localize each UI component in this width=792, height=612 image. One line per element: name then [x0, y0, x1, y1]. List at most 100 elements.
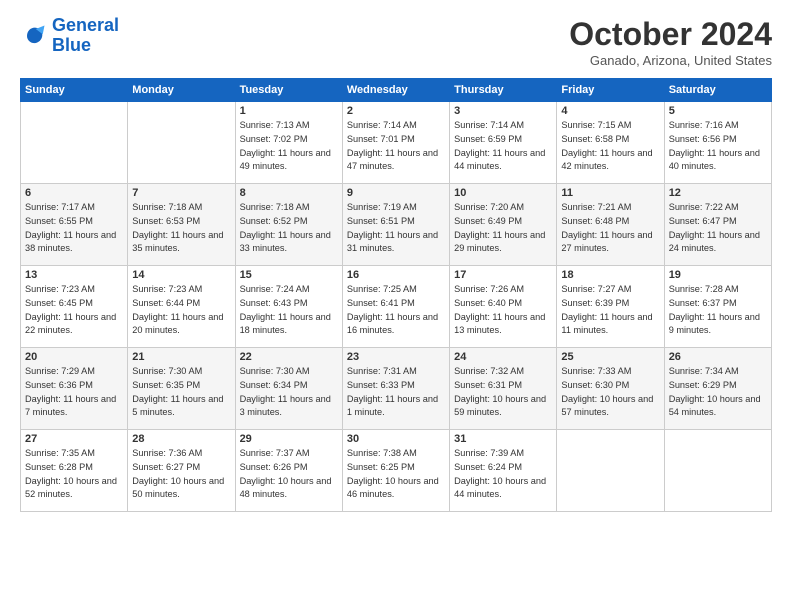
header-cell-saturday: Saturday: [664, 79, 771, 102]
day-number: 6: [25, 187, 123, 199]
day-info: Sunrise: 7:19 AM Sunset: 6:51 PM Dayligh…: [347, 201, 445, 256]
day-info: Sunrise: 7:33 AM Sunset: 6:30 PM Dayligh…: [561, 365, 659, 420]
calendar-cell: 5 Sunrise: 7:16 AM Sunset: 6:56 PM Daylig…: [664, 102, 771, 184]
logo-icon: [20, 22, 48, 50]
day-info: Sunrise: 7:14 AM Sunset: 6:59 PM Dayligh…: [454, 119, 552, 174]
day-number: 29: [240, 433, 338, 445]
day-info: Sunrise: 7:25 AM Sunset: 6:41 PM Dayligh…: [347, 283, 445, 338]
calendar-cell: 26 Sunrise: 7:34 AM Sunset: 6:29 PM Dayli…: [664, 348, 771, 430]
day-info: Sunrise: 7:23 AM Sunset: 6:44 PM Dayligh…: [132, 283, 230, 338]
calendar-cell: 15 Sunrise: 7:24 AM Sunset: 6:43 PM Dayli…: [235, 266, 342, 348]
calendar-cell: 18 Sunrise: 7:27 AM Sunset: 6:39 PM Dayli…: [557, 266, 664, 348]
day-info: Sunrise: 7:32 AM Sunset: 6:31 PM Dayligh…: [454, 365, 552, 420]
day-info: Sunrise: 7:21 AM Sunset: 6:48 PM Dayligh…: [561, 201, 659, 256]
day-info: Sunrise: 7:23 AM Sunset: 6:45 PM Dayligh…: [25, 283, 123, 338]
day-info: Sunrise: 7:37 AM Sunset: 6:26 PM Dayligh…: [240, 447, 338, 502]
week-row-3: 20 Sunrise: 7:29 AM Sunset: 6:36 PM Dayli…: [21, 348, 772, 430]
header-cell-sunday: Sunday: [21, 79, 128, 102]
day-info: Sunrise: 7:16 AM Sunset: 6:56 PM Dayligh…: [669, 119, 767, 174]
calendar-cell: 30Sunrise: 7:38 AM Sunset: 6:25 PM Dayli…: [342, 430, 449, 512]
header-cell-tuesday: Tuesday: [235, 79, 342, 102]
calendar-cell: [128, 102, 235, 184]
week-row-4: 27 Sunrise: 7:35 AM Sunset: 6:28 PM Dayli…: [21, 430, 772, 512]
calendar-header: SundayMondayTuesdayWednesdayThursdayFrid…: [21, 79, 772, 102]
day-info: Sunrise: 7:36 AM Sunset: 6:27 PM Dayligh…: [132, 447, 230, 502]
day-info: Sunrise: 7:27 AM Sunset: 6:39 PM Dayligh…: [561, 283, 659, 338]
day-info: Sunrise: 7:24 AM Sunset: 6:43 PM Dayligh…: [240, 283, 338, 338]
logo: General Blue: [20, 16, 119, 56]
month-title: October 2024: [569, 16, 772, 53]
day-info: Sunrise: 7:31 AM Sunset: 6:33 PM Dayligh…: [347, 365, 445, 420]
day-number: 22: [240, 351, 338, 363]
header-cell-wednesday: Wednesday: [342, 79, 449, 102]
day-info: Sunrise: 7:39 AM Sunset: 6:24 PM Dayligh…: [454, 447, 552, 502]
week-row-1: 6 Sunrise: 7:17 AM Sunset: 6:55 PM Daylig…: [21, 184, 772, 266]
calendar-cell: 20 Sunrise: 7:29 AM Sunset: 6:36 PM Dayli…: [21, 348, 128, 430]
calendar-cell: 4Sunrise: 7:15 AM Sunset: 6:58 PM Daylig…: [557, 102, 664, 184]
day-info: Sunrise: 7:13 AM Sunset: 7:02 PM Dayligh…: [240, 119, 338, 174]
logo-line1: General: [52, 15, 119, 35]
header-cell-thursday: Thursday: [450, 79, 557, 102]
calendar-cell: 1 Sunrise: 7:13 AM Sunset: 7:02 PM Daylig…: [235, 102, 342, 184]
day-info: Sunrise: 7:35 AM Sunset: 6:28 PM Dayligh…: [25, 447, 123, 502]
calendar-body: 1 Sunrise: 7:13 AM Sunset: 7:02 PM Daylig…: [21, 102, 772, 512]
day-number: 11: [561, 187, 659, 199]
calendar-cell: 14Sunrise: 7:23 AM Sunset: 6:44 PM Dayli…: [128, 266, 235, 348]
day-info: Sunrise: 7:30 AM Sunset: 6:34 PM Dayligh…: [240, 365, 338, 420]
day-info: Sunrise: 7:29 AM Sunset: 6:36 PM Dayligh…: [25, 365, 123, 420]
calendar-cell: 3 Sunrise: 7:14 AM Sunset: 6:59 PM Daylig…: [450, 102, 557, 184]
day-number: 18: [561, 269, 659, 281]
calendar-cell: 13 Sunrise: 7:23 AM Sunset: 6:45 PM Dayli…: [21, 266, 128, 348]
week-row-2: 13 Sunrise: 7:23 AM Sunset: 6:45 PM Dayli…: [21, 266, 772, 348]
calendar-cell: 22 Sunrise: 7:30 AM Sunset: 6:34 PM Dayli…: [235, 348, 342, 430]
day-number: 16: [347, 269, 445, 281]
calendar-cell: 10Sunrise: 7:20 AM Sunset: 6:49 PM Dayli…: [450, 184, 557, 266]
logo-line2: Blue: [52, 35, 91, 55]
day-info: Sunrise: 7:26 AM Sunset: 6:40 PM Dayligh…: [454, 283, 552, 338]
day-number: 9: [347, 187, 445, 199]
header: General Blue October 2024 Ganado, Arizon…: [20, 16, 772, 68]
calendar-cell: 27 Sunrise: 7:35 AM Sunset: 6:28 PM Dayli…: [21, 430, 128, 512]
day-info: Sunrise: 7:18 AM Sunset: 6:53 PM Dayligh…: [132, 201, 230, 256]
title-block: October 2024 Ganado, Arizona, United Sta…: [569, 16, 772, 68]
header-cell-monday: Monday: [128, 79, 235, 102]
day-info: Sunrise: 7:14 AM Sunset: 7:01 PM Dayligh…: [347, 119, 445, 174]
location-subtitle: Ganado, Arizona, United States: [569, 53, 772, 68]
calendar-cell: 28 Sunrise: 7:36 AM Sunset: 6:27 PM Dayli…: [128, 430, 235, 512]
day-number: 20: [25, 351, 123, 363]
day-number: 21: [132, 351, 230, 363]
calendar-cell: [21, 102, 128, 184]
logo-text: General Blue: [52, 16, 119, 56]
day-number: 28: [132, 433, 230, 445]
day-number: 15: [240, 269, 338, 281]
calendar-cell: [664, 430, 771, 512]
day-number: 13: [25, 269, 123, 281]
day-number: 1: [240, 105, 338, 117]
calendar-cell: 31Sunrise: 7:39 AM Sunset: 6:24 PM Dayli…: [450, 430, 557, 512]
calendar-cell: 23 Sunrise: 7:31 AM Sunset: 6:33 PM Dayli…: [342, 348, 449, 430]
day-number: 26: [669, 351, 767, 363]
day-number: 4: [561, 105, 659, 117]
calendar-cell: 17Sunrise: 7:26 AM Sunset: 6:40 PM Dayli…: [450, 266, 557, 348]
calendar-cell: 6 Sunrise: 7:17 AM Sunset: 6:55 PM Daylig…: [21, 184, 128, 266]
day-info: Sunrise: 7:34 AM Sunset: 6:29 PM Dayligh…: [669, 365, 767, 420]
calendar-cell: 19Sunrise: 7:28 AM Sunset: 6:37 PM Dayli…: [664, 266, 771, 348]
calendar-cell: 2 Sunrise: 7:14 AM Sunset: 7:01 PM Daylig…: [342, 102, 449, 184]
calendar-table: SundayMondayTuesdayWednesdayThursdayFrid…: [20, 78, 772, 512]
day-number: 23: [347, 351, 445, 363]
day-number: 27: [25, 433, 123, 445]
day-info: Sunrise: 7:17 AM Sunset: 6:55 PM Dayligh…: [25, 201, 123, 256]
calendar-cell: 8Sunrise: 7:18 AM Sunset: 6:52 PM Daylig…: [235, 184, 342, 266]
day-number: 3: [454, 105, 552, 117]
header-cell-friday: Friday: [557, 79, 664, 102]
day-number: 7: [132, 187, 230, 199]
calendar-cell: 24Sunrise: 7:32 AM Sunset: 6:31 PM Dayli…: [450, 348, 557, 430]
day-info: Sunrise: 7:20 AM Sunset: 6:49 PM Dayligh…: [454, 201, 552, 256]
day-number: 5: [669, 105, 767, 117]
day-number: 2: [347, 105, 445, 117]
day-info: Sunrise: 7:30 AM Sunset: 6:35 PM Dayligh…: [132, 365, 230, 420]
calendar-cell: 29 Sunrise: 7:37 AM Sunset: 6:26 PM Dayli…: [235, 430, 342, 512]
calendar-cell: 12Sunrise: 7:22 AM Sunset: 6:47 PM Dayli…: [664, 184, 771, 266]
week-row-0: 1 Sunrise: 7:13 AM Sunset: 7:02 PM Daylig…: [21, 102, 772, 184]
day-number: 12: [669, 187, 767, 199]
